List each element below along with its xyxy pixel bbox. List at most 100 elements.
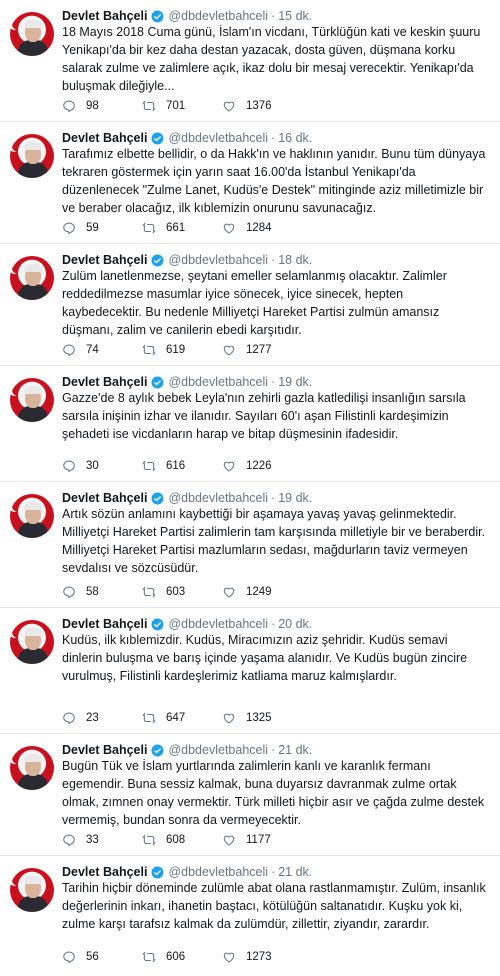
reply-button[interactable]: 33	[62, 833, 142, 847]
tweet-time[interactable]: 15 dk.	[278, 9, 312, 23]
like-button[interactable]: 1249	[222, 585, 312, 599]
retweet-button[interactable]: 661	[142, 221, 222, 235]
author-handle[interactable]: @dbdevletbahceli	[168, 865, 268, 879]
tweet-text: Artık sözün anlamını kaybettiği bir aşam…	[62, 507, 486, 575]
tweet-time[interactable]: 18 dk.	[278, 253, 312, 267]
author-handle[interactable]: @dbdevletbahceli	[168, 491, 268, 505]
like-count: 1226	[246, 460, 272, 472]
author-handle[interactable]: @dbdevletbahceli	[168, 253, 268, 267]
author-name[interactable]: Devlet Bahçeli	[62, 9, 147, 23]
author-name[interactable]: Devlet Bahçeli	[62, 491, 147, 505]
tweet-header: Devlet Bahçeli @dbdevletbahceli · 15 dk.	[62, 0, 486, 23]
like-button[interactable]: 1177	[222, 833, 312, 847]
tweet-time[interactable]: 19 dk.	[278, 491, 312, 505]
separator-dot: ·	[271, 491, 276, 505]
reply-button[interactable]: 58	[62, 585, 142, 599]
tweet[interactable]: Devlet Bahçeli @dbdevletbahceli · 16 dk.…	[0, 122, 500, 244]
retweet-button[interactable]: 603	[142, 585, 222, 599]
tweet[interactable]: Devlet Bahçeli @dbdevletbahceli · 21 dk.…	[0, 856, 500, 972]
retweet-button[interactable]: 647	[142, 711, 222, 725]
retweet-count: 606	[166, 951, 186, 963]
reply-button[interactable]: 59	[62, 221, 142, 235]
reply-count: 33	[86, 834, 99, 846]
avatar[interactable]	[10, 494, 54, 538]
tweet[interactable]: Devlet Bahçeli @dbdevletbahceli · 19 dk.…	[0, 482, 500, 608]
retweet-icon	[142, 834, 156, 846]
avatar[interactable]	[10, 256, 54, 300]
heart-icon	[223, 345, 235, 356]
like-button[interactable]: 1226	[222, 459, 312, 473]
author-handle[interactable]: @dbdevletbahceli	[168, 9, 268, 23]
tweet[interactable]: Devlet Bahçeli @dbdevletbahceli · 21 dk.…	[0, 734, 500, 856]
retweet-icon	[142, 712, 156, 724]
author-name[interactable]: Devlet Bahçeli	[62, 375, 147, 389]
author-handle[interactable]: @dbdevletbahceli	[168, 375, 268, 389]
avatar[interactable]	[10, 134, 54, 178]
tweet-actions: 98 701 1376	[62, 99, 312, 113]
avatar[interactable]	[10, 620, 54, 664]
tweet-actions: 58 603 1249	[62, 585, 312, 599]
like-button[interactable]: 1376	[222, 99, 312, 113]
avatar[interactable]	[10, 12, 54, 56]
author-name[interactable]: Devlet Bahçeli	[62, 865, 147, 879]
avatar[interactable]	[10, 378, 54, 422]
verified-badge-icon	[152, 866, 164, 878]
author-handle[interactable]: @dbdevletbahceli	[168, 743, 268, 757]
reply-count: 23	[86, 712, 99, 724]
author-name[interactable]: Devlet Bahçeli	[62, 253, 147, 267]
tweet-time[interactable]: 21 dk.	[278, 865, 312, 879]
tweet-actions: 56 606 1273	[62, 950, 312, 964]
tweet[interactable]: Devlet Bahçeli @dbdevletbahceli · 19 dk.…	[0, 366, 500, 482]
tweet-text: Zulüm lanetlenmezse, şeytani emeller sel…	[62, 269, 447, 337]
heart-icon	[223, 713, 235, 724]
tweet-text: Gazze'de 8 aylık bebek Leyla'nın zehirli…	[62, 391, 466, 441]
like-count: 1273	[246, 951, 272, 963]
verified-badge-icon	[152, 744, 164, 756]
author-handle[interactable]: @dbdevletbahceli	[168, 131, 268, 145]
reply-button[interactable]: 23	[62, 711, 142, 725]
reply-button[interactable]: 30	[62, 459, 142, 473]
heart-icon	[223, 587, 235, 598]
verified-badge-icon	[152, 254, 164, 266]
author-name[interactable]: Devlet Bahçeli	[62, 743, 147, 757]
retweet-button[interactable]: 619	[142, 343, 222, 357]
retweet-button[interactable]: 606	[142, 950, 222, 964]
tweet-time[interactable]: 20 dk.	[278, 617, 312, 631]
reply-icon	[63, 586, 75, 599]
like-count: 1376	[246, 100, 272, 112]
like-count: 1325	[246, 712, 272, 724]
separator-dot: ·	[271, 865, 276, 879]
retweet-count: 661	[166, 222, 186, 234]
author-name[interactable]: Devlet Bahçeli	[62, 617, 147, 631]
retweet-button[interactable]: 616	[142, 459, 222, 473]
like-button[interactable]: 1325	[222, 711, 312, 725]
reply-icon	[63, 100, 75, 113]
retweet-button[interactable]: 608	[142, 833, 222, 847]
verified-badge-icon	[152, 376, 164, 388]
heart-icon	[223, 223, 235, 234]
tweet-header: Devlet Bahçeli @dbdevletbahceli · 18 dk.	[62, 244, 486, 267]
retweet-count: 603	[166, 586, 186, 598]
tweet-actions: 74 619 1277	[62, 343, 312, 357]
reply-icon	[63, 344, 75, 357]
author-name[interactable]: Devlet Bahçeli	[62, 131, 147, 145]
separator-dot: ·	[271, 375, 276, 389]
tweet-time[interactable]: 16 dk.	[278, 131, 312, 145]
reply-button[interactable]: 98	[62, 99, 142, 113]
tweet-time[interactable]: 19 dk.	[278, 375, 312, 389]
avatar[interactable]	[10, 746, 54, 790]
avatar[interactable]	[10, 868, 54, 912]
like-button[interactable]: 1277	[222, 343, 312, 357]
author-handle[interactable]: @dbdevletbahceli	[168, 617, 268, 631]
like-button[interactable]: 1284	[222, 221, 312, 235]
like-button[interactable]: 1273	[222, 950, 312, 964]
tweet[interactable]: Devlet Bahçeli @dbdevletbahceli · 15 dk.…	[0, 0, 500, 122]
reply-button[interactable]: 74	[62, 343, 142, 357]
retweet-button[interactable]: 701	[142, 99, 222, 113]
tweet[interactable]: Devlet Bahçeli @dbdevletbahceli · 20 dk.…	[0, 608, 500, 734]
tweet-header: Devlet Bahçeli @dbdevletbahceli · 20 dk.	[62, 608, 486, 631]
tweet-time[interactable]: 21 dk.	[278, 743, 312, 757]
reply-button[interactable]: 56	[62, 950, 142, 964]
verified-badge-icon	[152, 10, 164, 22]
tweet[interactable]: Devlet Bahçeli @dbdevletbahceli · 18 dk.…	[0, 244, 500, 366]
